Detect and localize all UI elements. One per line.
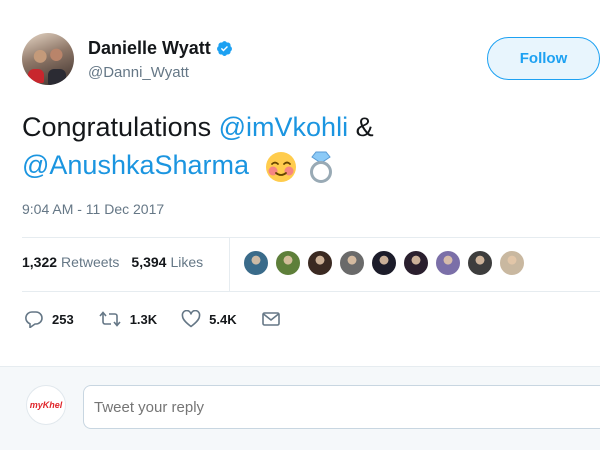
liker-avatar[interactable] (339, 250, 365, 276)
liker-avatar[interactable] (467, 250, 493, 276)
liker-avatar[interactable] (499, 250, 525, 276)
follow-button[interactable]: Follow (487, 37, 600, 80)
author-avatar[interactable] (22, 33, 74, 85)
retweets-count[interactable]: 1,322 (22, 254, 57, 270)
avatar-figure-right (48, 69, 66, 85)
author-name[interactable]: Danielle Wyatt (88, 38, 211, 59)
tweet-actions: 253 1.3K 5.4K (24, 310, 313, 328)
author-handle[interactable]: @Danni_Wyatt (88, 64, 189, 81)
engagement-stats: 1,322 Retweets 5,394 Likes (22, 254, 203, 270)
tweet-card: Danielle Wyatt @Danni_Wyatt Follow Congr… (0, 0, 600, 366)
stats-separator (229, 237, 230, 291)
retweet-icon (99, 311, 121, 327)
retweet-action[interactable]: 1.3K (98, 310, 157, 328)
author-name-row: Danielle Wyatt (88, 38, 233, 59)
liker-avatar[interactable] (275, 250, 301, 276)
liker-avatar[interactable] (371, 250, 397, 276)
liker-avatar[interactable] (435, 250, 461, 276)
mention-link-imvkohli[interactable]: @imVkohli (219, 112, 348, 142)
envelope-icon (261, 312, 280, 326)
retweets-label[interactable]: Retweets (61, 254, 119, 270)
like-count: 5.4K (209, 311, 237, 327)
divider-bottom (22, 291, 600, 292)
like-action[interactable]: 5.4K (181, 310, 237, 328)
likes-count[interactable]: 5,394 (131, 254, 166, 270)
reply-action[interactable]: 253 (24, 310, 74, 328)
tweet-text-prefix: Congratulations (22, 112, 219, 142)
tweet-text: Congratulations @imVkohli & @AnushkaShar… (22, 108, 582, 184)
reply-icon (25, 311, 43, 328)
mention-link-anushkasharma[interactable]: @AnushkaSharma (22, 150, 249, 180)
reply-input[interactable] (83, 385, 600, 429)
ring-emoji-icon (310, 151, 333, 183)
reply-count: 253 (52, 311, 74, 327)
likers-avatars (243, 250, 531, 276)
liker-avatar[interactable] (307, 250, 333, 276)
verified-badge-icon (216, 41, 232, 56)
tweet-timestamp[interactable]: 9:04 AM - 11 Dec 2017 (22, 201, 164, 217)
blushing-face-emoji-icon (265, 151, 296, 182)
heart-icon (181, 310, 201, 328)
liker-avatar[interactable] (403, 250, 429, 276)
retweet-count: 1.3K (129, 311, 158, 327)
liker-avatar[interactable] (243, 250, 269, 276)
avatar-figure-left (28, 69, 44, 83)
divider-top (22, 237, 600, 238)
tweet-text-connector: & (348, 112, 374, 142)
reply-user-avatar[interactable]: myKhel (26, 385, 66, 425)
likes-label[interactable]: Likes (170, 254, 203, 270)
direct-message-action[interactable] (261, 311, 289, 327)
